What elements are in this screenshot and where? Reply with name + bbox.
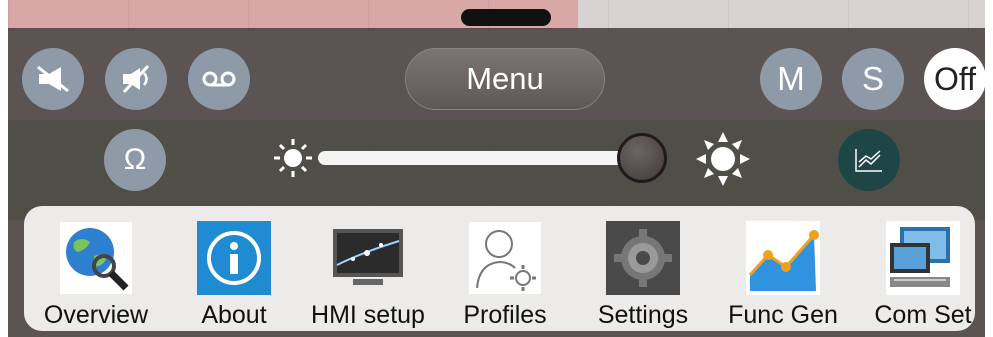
globe-magnifier-icon	[58, 220, 134, 296]
app-tray: Overview About HMI setup Profiles Settin…	[24, 206, 975, 331]
chart-view-button[interactable]	[838, 129, 900, 191]
brightness-low-icon	[274, 139, 312, 177]
voicemail-button[interactable]	[188, 48, 250, 110]
app-label: Func Gen	[728, 301, 838, 329]
network-computer-icon	[885, 220, 961, 296]
line-chart-icon	[855, 149, 882, 172]
app-settings[interactable]: Settings	[583, 220, 703, 330]
volume-mute-icon	[122, 64, 150, 94]
brightness-slider-handle[interactable]	[617, 133, 667, 183]
app-com-set[interactable]: Com Set	[863, 220, 983, 330]
app-profiles[interactable]: Profiles	[445, 220, 565, 330]
speaker-mute-icon	[37, 65, 69, 93]
brightness-slider-track[interactable]	[318, 151, 663, 165]
info-icon	[196, 220, 272, 296]
menu-button[interactable]: Menu	[405, 48, 605, 110]
app-about[interactable]: About	[174, 220, 294, 330]
line-chart-icon	[745, 220, 821, 296]
app-label: Com Set	[874, 301, 972, 329]
app-label: Profiles	[463, 301, 547, 329]
app-overview[interactable]: Overview	[36, 220, 156, 330]
app-label: Overview	[43, 301, 149, 329]
off-button[interactable]: Off	[924, 48, 986, 110]
app-label: Settings	[597, 301, 689, 329]
app-func-gen[interactable]: Func Gen	[723, 220, 843, 330]
gears-icon	[605, 220, 681, 296]
app-label: About	[201, 301, 267, 329]
mute-audio-button[interactable]	[105, 48, 167, 110]
brightness-high-icon	[696, 132, 750, 186]
user-gear-icon	[467, 220, 543, 296]
app-hmi-setup[interactable]: HMI setup	[308, 220, 428, 330]
app-label: HMI setup	[311, 301, 425, 329]
resistance-button[interactable]: Ω	[104, 129, 166, 191]
voicemail-icon	[202, 71, 236, 87]
mute-speaker-button[interactable]	[22, 48, 84, 110]
display-icon	[330, 220, 406, 296]
m-button[interactable]: M	[760, 48, 822, 110]
s-button[interactable]: S	[842, 48, 904, 110]
drag-handle[interactable]	[461, 9, 551, 26]
